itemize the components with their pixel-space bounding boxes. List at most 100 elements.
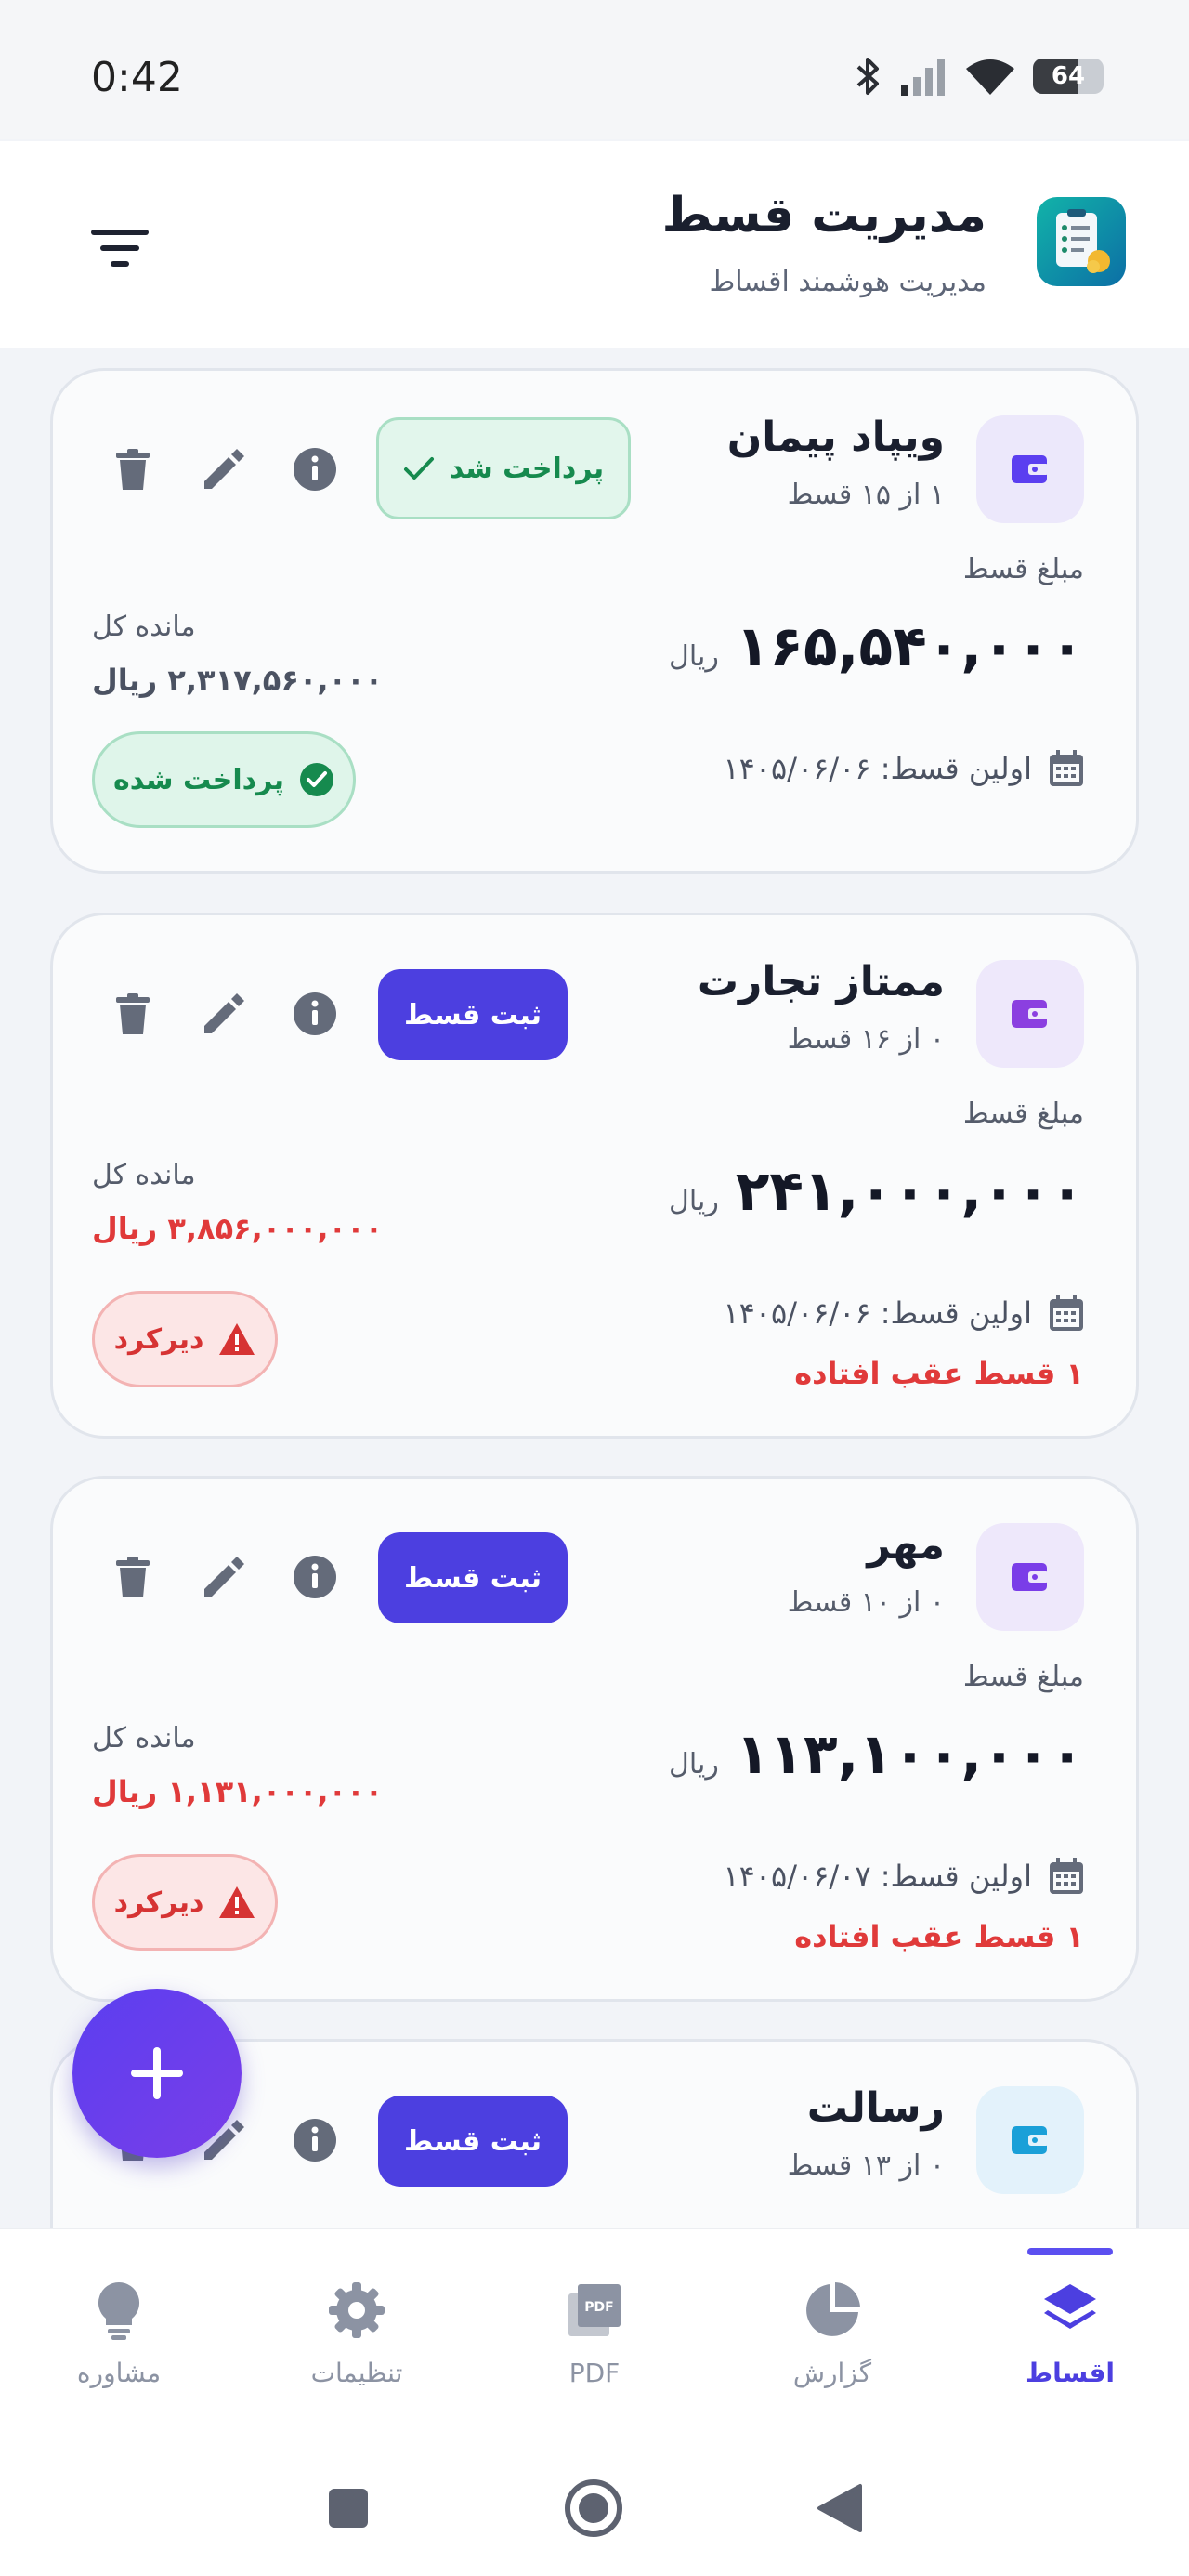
amount-row: ۲۴۱,۰۰۰,۰۰۰ ریال — [669, 1159, 1084, 1224]
register-installment-button[interactable]: ثبت قسط — [378, 2096, 568, 2187]
delete-button[interactable] — [111, 447, 155, 492]
nav-label: تنظیمات — [310, 2358, 403, 2388]
status-badge-label: دیرکرد — [113, 1322, 204, 1356]
home-button[interactable] — [561, 2476, 626, 2541]
register-installment-button[interactable]: ثبت قسط — [378, 1532, 568, 1623]
recents-button[interactable] — [316, 2476, 381, 2541]
app-logo — [1037, 197, 1126, 286]
installment-progress: ۰ از ۱۶ قسط — [787, 1023, 945, 1056]
remaining-label: مانده کل — [92, 611, 196, 643]
paid-button-label: پرداخت شد — [449, 452, 605, 485]
amount-label: مبلغ قسط — [962, 1661, 1084, 1693]
back-triangle-icon — [817, 2484, 862, 2532]
remaining-value: ۳,۸۵۶,۰۰۰,۰۰۰ ریال — [92, 1211, 384, 1246]
edit-button[interactable] — [202, 447, 246, 492]
amount-row: ۱۶۵,۵۴۰,۰۰۰ ریال — [669, 614, 1084, 679]
plus-icon — [131, 2047, 183, 2099]
amount-value: ۱۶۵,۵۴۰,۰۰۰ — [735, 614, 1084, 679]
status-icons: 64 — [855, 56, 1104, 97]
info-button[interactable] — [293, 2118, 337, 2162]
info-button[interactable] — [293, 1555, 337, 1599]
home-circle-icon — [565, 2479, 622, 2537]
info-icon — [294, 992, 336, 1035]
pencil-icon — [204, 449, 244, 489]
first-date-row: اولین قسط: ۱۴۰۵/۰۶/۰۶ — [723, 750, 1084, 787]
edit-button[interactable] — [202, 1555, 246, 1599]
filter-button[interactable] — [85, 214, 154, 283]
checklist-app-icon — [1056, 209, 1110, 273]
amount-row: ۱۱۳,۱۰۰,۰۰۰ ریال — [669, 1722, 1084, 1787]
add-installment-button[interactable] — [72, 1989, 242, 2158]
lightbulb-icon — [98, 2282, 140, 2340]
first-date-row: اولین قسط: ۱۴۰۵/۰۶/۰۷ — [723, 1858, 1084, 1895]
first-installment-date: اولین قسط: ۱۴۰۵/۰۶/۰۷ — [723, 1859, 1032, 1894]
nav-label: مشاوره — [76, 2358, 162, 2388]
card-actions — [111, 1555, 337, 1599]
gear-icon — [329, 2282, 385, 2338]
system-navigation-bar — [0, 2446, 1189, 2576]
active-indicator — [1027, 2248, 1113, 2255]
delete-button[interactable] — [111, 992, 155, 1036]
amount-unit: ریال — [669, 1748, 719, 1781]
paid-button[interactable]: پرداخت شد — [376, 417, 631, 519]
warning-icon — [219, 1323, 255, 1355]
installment-progress: ۱ از ۱۵ قسط — [787, 479, 945, 511]
page-title: مدیریت قسط — [661, 188, 986, 243]
remaining-label: مانده کل — [92, 1722, 196, 1755]
status-badge: دیرکرد — [92, 1854, 278, 1951]
nav-label: اقساط — [1025, 2358, 1116, 2388]
installment-card[interactable]: ممتاز تجارت ۰ از ۱۶ قسط ثبت قسط مبلغ قسط — [50, 913, 1139, 1439]
delete-button[interactable] — [111, 1555, 155, 1599]
check-icon — [403, 457, 434, 480]
status-badge-label: پرداخت شده — [113, 763, 284, 796]
register-installment-button[interactable]: ثبت قسط — [378, 969, 568, 1060]
nav-label: PDF — [568, 2358, 621, 2388]
bluetooth-icon — [856, 58, 879, 95]
signal-icon — [901, 59, 945, 96]
wifi-icon — [966, 59, 1014, 95]
amount-unit: ریال — [669, 640, 719, 673]
wallet-icon — [1012, 1563, 1049, 1591]
info-icon — [294, 2119, 336, 2162]
nav-item-installments[interactable]: اقساط — [951, 2229, 1189, 2446]
wallet-tile — [976, 415, 1084, 523]
back-button[interactable] — [806, 2476, 871, 2541]
calendar-icon — [1050, 1295, 1083, 1331]
amount-value: ۲۴۱,۰۰۰,۰۰۰ — [735, 1159, 1084, 1224]
nav-label: گزارش — [792, 2358, 872, 2388]
filter-icon — [91, 230, 149, 267]
pencil-icon — [204, 1557, 244, 1597]
installment-card[interactable]: مهر ۰ از ۱۰ قسط ثبت قسط مبلغ قسط ۱۱۳,۱۰۰… — [50, 1476, 1139, 2002]
info-button[interactable] — [293, 992, 337, 1036]
pie-chart-icon — [806, 2282, 860, 2336]
layers-icon — [1044, 2284, 1096, 2329]
amount-unit: ریال — [669, 1185, 719, 1217]
lender-name: مهر — [867, 1521, 945, 1569]
amount-value: ۱۱۳,۱۰۰,۰۰۰ — [735, 1722, 1084, 1787]
lender-name: ممتاز تجارت — [697, 958, 945, 1005]
app-header: مدیریت قسط مدیریت هوشمند اقساط — [0, 141, 1189, 348]
remaining-value: ۲,۳۱۷,۵۶۰,۰۰۰ ریال — [92, 663, 384, 698]
first-installment-date: اولین قسط: ۱۴۰۵/۰۶/۰۶ — [723, 1295, 1032, 1331]
nav-item-report[interactable]: گزارش — [713, 2229, 951, 2446]
nav-item-settings[interactable]: تنظیمات — [238, 2229, 476, 2446]
status-bar: 0:42 64 — [0, 0, 1189, 139]
info-button[interactable] — [293, 447, 337, 492]
calendar-icon — [1050, 750, 1083, 786]
pencil-icon — [204, 993, 244, 1033]
nav-item-advice[interactable]: مشاوره — [0, 2229, 238, 2446]
info-icon — [294, 1556, 336, 1598]
wallet-icon — [1012, 1000, 1049, 1028]
nav-item-pdf[interactable]: PDF PDF — [476, 2229, 713, 2446]
info-icon — [294, 448, 336, 491]
remaining-label: مانده کل — [92, 1159, 196, 1191]
card-actions — [111, 447, 337, 492]
pdf-icon: PDF — [568, 2284, 621, 2336]
edit-button[interactable] — [202, 992, 246, 1036]
installment-card[interactable]: ویپاد پیمان ۱ از ۱۵ قسط پرداخت شد مبلغ ق… — [50, 368, 1139, 874]
warning-icon — [219, 1886, 255, 1918]
status-badge: دیرکرد — [92, 1291, 278, 1387]
wallet-tile — [976, 1523, 1084, 1631]
wallet-icon — [1012, 2126, 1049, 2154]
calendar-icon — [1050, 1858, 1083, 1894]
